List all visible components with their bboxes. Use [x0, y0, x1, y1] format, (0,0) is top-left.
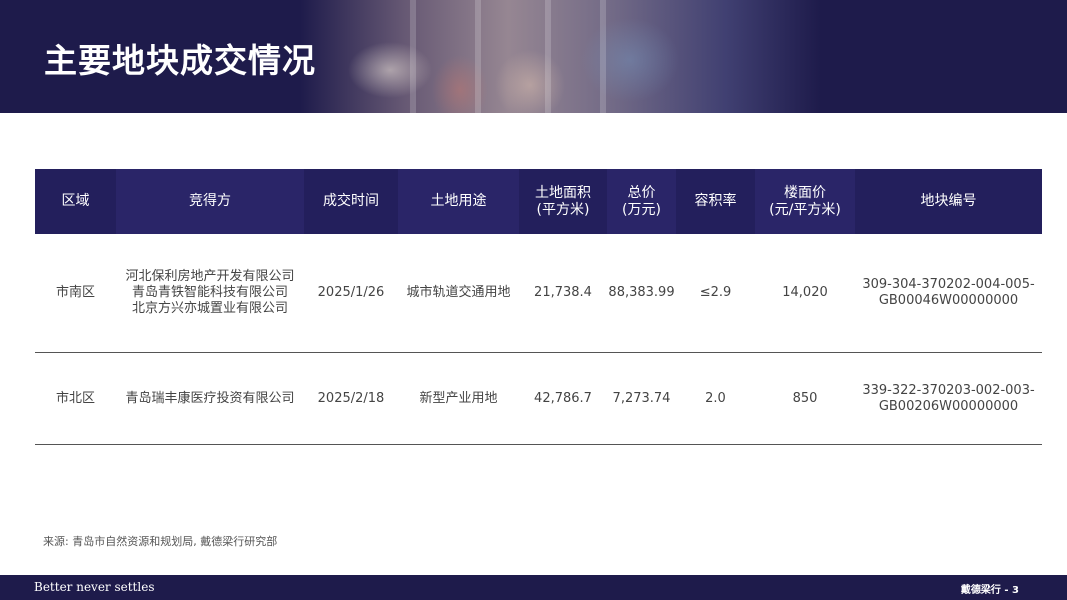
- cell-date: 2025/2/18: [317, 390, 385, 406]
- cell-date: 2025/1/26: [317, 285, 385, 300]
- cell-winner: 河北保利房地产开发有限公司 青岛青铁智能科技有限公司 北京方兴亦城置业有限公司: [116, 234, 304, 352]
- winner-line: 青岛瑞丰康医疗投资有限公司: [125, 390, 295, 406]
- cell-usage: 城市轨道交通用地: [406, 285, 511, 300]
- footer-bar: Better never settles 戴德梁行 - 3: [0, 575, 1067, 600]
- cell-area: 21,738.4: [534, 285, 592, 300]
- winner-line: 北京方兴亦城置业有限公司: [131, 301, 288, 316]
- col-header-winner: 竞得方: [116, 169, 304, 234]
- col-header-far: 容积率: [694, 193, 737, 209]
- col-header-total-price: 总价 (万元): [607, 169, 676, 234]
- cell-parcel-id: 309-304-370202-004-005- GB00046W00000000: [862, 277, 1035, 308]
- footer-tagline: Better never settles: [34, 580, 155, 594]
- header-banner: 主要地块成交情况: [0, 0, 1067, 113]
- col-header-area: 土地面积 (平方米): [535, 184, 591, 218]
- col-header-region: 区域: [61, 193, 90, 209]
- cell-total-price: 88,383.99: [608, 285, 675, 300]
- source-note: 来源: 青岛市自然资源和规划局, 戴德梁行研究部: [43, 535, 278, 548]
- col-header-usage: 土地用途: [398, 169, 519, 234]
- cell-winner: 青岛瑞丰康医疗投资有限公司: [116, 353, 304, 444]
- winner-line: 河北保利房地产开发有限公司: [125, 269, 295, 284]
- cell-region: 市北区: [55, 390, 95, 406]
- page-title: 主要地块成交情况: [44, 41, 316, 80]
- col-header-date: 成交时间: [323, 193, 379, 209]
- land-transaction-table: 区域 竞得方 成交时间 土地用途 土地面积 (平方米) 总价 (万元) 容积率 …: [35, 169, 1042, 445]
- cell-far: ≤2.9: [699, 285, 732, 300]
- table-row: 市北区 青岛瑞丰康医疗投资有限公司 2025/2/18 新型产业用地 42,78…: [35, 353, 1042, 445]
- cell-area: 42,786.7: [534, 390, 592, 406]
- col-header-floor-price: 楼面价 (元/平方米): [755, 169, 855, 234]
- cell-region: 市南区: [55, 285, 95, 300]
- col-header-parcel-id: 地块编号: [920, 193, 977, 209]
- cell-far: 2.0: [705, 390, 726, 406]
- cell-usage: 新型产业用地: [419, 390, 498, 406]
- table-header-row: 区域 竞得方 成交时间 土地用途 土地面积 (平方米) 总价 (万元) 容积率 …: [35, 169, 1042, 234]
- cell-total-price: 7,273.74: [612, 390, 671, 406]
- table-row: 市南区 河北保利房地产开发有限公司 青岛青铁智能科技有限公司 北京方兴亦城置业有…: [35, 234, 1042, 353]
- cell-floor-price: 14,020: [782, 285, 828, 300]
- banner-photo: [300, 0, 820, 113]
- winner-line: 青岛青铁智能科技有限公司: [131, 285, 288, 300]
- cell-parcel-id: 339-322-370203-002-003- GB00206W00000000: [862, 382, 1035, 414]
- cell-floor-price: 850: [792, 390, 818, 406]
- page-number: 戴德梁行 - 3: [960, 585, 1019, 596]
